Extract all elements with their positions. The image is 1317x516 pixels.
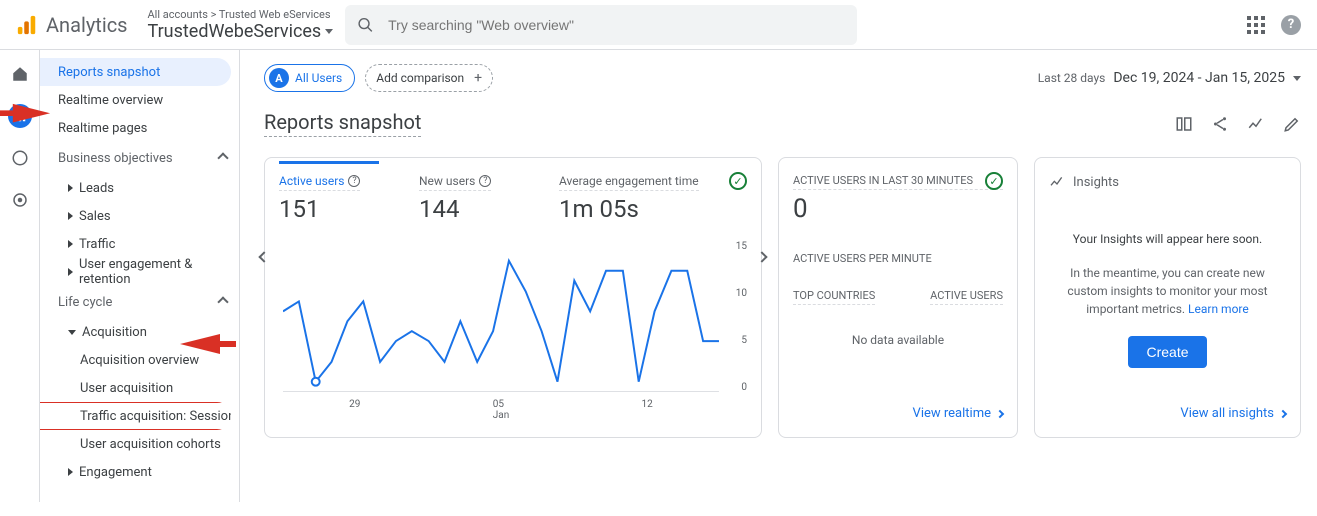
search-input[interactable] xyxy=(386,16,845,34)
metric-engagement-time[interactable]: Average engagement time 1m 05s xyxy=(559,174,699,223)
label-30min: ACTIVE USERS IN LAST 30 MINUTES xyxy=(793,174,1003,190)
product-name: Analytics xyxy=(46,13,128,37)
caret-right-icon xyxy=(68,468,73,476)
caret-down-icon xyxy=(325,29,333,34)
share-icon[interactable] xyxy=(1211,115,1229,133)
date-context: Last 28 days xyxy=(1038,71,1106,85)
y-tick: 15 xyxy=(736,241,747,252)
learn-more-link[interactable]: Learn more xyxy=(1188,302,1249,316)
nav-realtime-overview[interactable]: Realtime overview xyxy=(40,86,231,114)
y-tick: 10 xyxy=(736,288,747,299)
caret-right-icon xyxy=(68,184,73,192)
search-bar[interactable] xyxy=(345,5,857,45)
apps-menu-icon[interactable] xyxy=(1247,16,1265,34)
help-icon[interactable]: ? xyxy=(1281,15,1301,35)
add-comparison-button[interactable]: Add comparison + xyxy=(365,64,493,92)
search-icon xyxy=(357,16,374,34)
product-logo-area: Analytics xyxy=(16,13,128,37)
plus-icon: + xyxy=(474,70,482,86)
edit-icon[interactable] xyxy=(1283,115,1301,133)
account-name: TrustedWebeServices xyxy=(148,21,322,42)
metric-row: Active users? 151 New users? 144 Average… xyxy=(279,174,747,223)
comparison-bar: A All Users Add comparison + Last 28 day… xyxy=(264,64,1301,92)
line-chart-svg xyxy=(283,241,719,392)
nav-engagement[interactable]: Engagement xyxy=(40,458,231,486)
view-realtime-link[interactable]: View realtime xyxy=(913,406,1003,421)
x-tick: 29 xyxy=(349,399,360,421)
create-insight-button[interactable]: Create xyxy=(1128,336,1206,368)
report-nav: Reports snapshot Realtime overview Realt… xyxy=(40,50,240,502)
insights-icon[interactable] xyxy=(1247,115,1265,133)
account-selector[interactable]: All accounts > Trusted Web eServices Tru… xyxy=(148,8,334,42)
nav-traffic[interactable]: Traffic xyxy=(40,230,231,258)
status-ok-icon: ✓ xyxy=(729,172,747,190)
nav-traffic-acquisition[interactable]: Traffic acquisition: Session... xyxy=(40,402,231,430)
chevron-up-icon xyxy=(217,152,228,163)
no-data-message: No data available xyxy=(793,333,1003,347)
breadcrumb: All accounts > Trusted Web eServices xyxy=(148,8,334,21)
caret-down-icon xyxy=(1293,76,1301,81)
annotation-arrow-icon xyxy=(178,332,238,356)
next-metric-button[interactable] xyxy=(753,248,771,266)
metric-new-users[interactable]: New users? 144 xyxy=(419,174,519,223)
arrow-right-icon xyxy=(1279,409,1287,417)
rail-home-icon[interactable] xyxy=(8,62,32,86)
prev-metric-button[interactable] xyxy=(255,248,273,266)
nav-section-business[interactable]: Business objectives xyxy=(40,142,239,174)
value-30min: 0 xyxy=(793,194,1003,224)
arrow-right-icon xyxy=(996,409,1004,417)
rail-advertising-icon[interactable] xyxy=(8,188,32,212)
overview-card: ✓ Active users? 151 New users? 144 Avera… xyxy=(264,157,762,438)
audience-chip[interactable]: A All Users xyxy=(264,64,355,92)
nav-reports-snapshot[interactable]: Reports snapshot xyxy=(40,58,231,86)
view-all-insights-link[interactable]: View all insights xyxy=(1180,406,1286,421)
nav-sales[interactable]: Sales xyxy=(40,202,231,230)
nav-leads[interactable]: Leads xyxy=(40,174,231,202)
main-content: A All Users Add comparison + Last 28 day… xyxy=(240,50,1317,502)
top-icons: ? xyxy=(1247,15,1301,35)
date-range-picker[interactable]: Last 28 days Dec 19, 2024 - Jan 15, 2025 xyxy=(1038,70,1301,86)
nav-user-acquisition-cohorts[interactable]: User acquisition cohorts xyxy=(40,430,231,458)
left-rail xyxy=(0,50,40,502)
analytics-logo-icon xyxy=(16,14,38,36)
trend-chart: 15 10 5 0 29 05Jan 12 xyxy=(279,241,747,421)
customize-icon[interactable] xyxy=(1175,115,1193,133)
y-tick: 5 xyxy=(741,335,747,346)
nav-realtime-pages[interactable]: Realtime pages xyxy=(40,114,231,142)
caret-right-icon xyxy=(68,240,73,248)
x-tick: 05Jan xyxy=(493,399,509,421)
caret-right-icon xyxy=(68,212,73,220)
insights-card: Insights Your Insights will appear here … xyxy=(1034,157,1301,438)
audience-badge: A xyxy=(269,68,289,88)
col-top-countries: TOP COUNTRIES xyxy=(793,289,875,305)
x-tick: 12 xyxy=(642,399,653,421)
realtime-card: ✓ ACTIVE USERS IN LAST 30 MINUTES 0 ACTI… xyxy=(778,157,1018,438)
report-actions xyxy=(1175,115,1301,133)
nav-section-lifecycle[interactable]: Life cycle xyxy=(40,286,239,318)
nav-user-acquisition[interactable]: User acquisition xyxy=(40,374,231,402)
insights-line1: Your Insights will appear here soon. xyxy=(1073,232,1262,246)
chevron-up-icon xyxy=(217,296,228,307)
col-active-users: ACTIVE USERS xyxy=(930,289,1003,305)
y-tick: 0 xyxy=(741,382,747,393)
rail-explore-icon[interactable] xyxy=(8,146,32,170)
nav-user-engagement[interactable]: User engagement & retention xyxy=(40,258,231,286)
insights-icon xyxy=(1049,174,1065,190)
caret-right-icon xyxy=(68,268,73,276)
insights-heading: Insights xyxy=(1073,175,1119,190)
info-icon[interactable]: ? xyxy=(348,175,360,187)
audience-label: All Users xyxy=(295,71,342,85)
caret-down-icon xyxy=(68,330,76,335)
info-icon[interactable]: ? xyxy=(479,175,491,187)
status-ok-icon: ✓ xyxy=(985,172,1003,190)
page-title: Reports snapshot xyxy=(264,110,421,137)
label-permin: ACTIVE USERS PER MINUTE xyxy=(793,252,1003,265)
metric-active-users[interactable]: Active users? 151 xyxy=(279,161,379,223)
top-bar: Analytics All accounts > Trusted Web eSe… xyxy=(0,0,1317,50)
date-range: Dec 19, 2024 - Jan 15, 2025 xyxy=(1113,70,1285,86)
